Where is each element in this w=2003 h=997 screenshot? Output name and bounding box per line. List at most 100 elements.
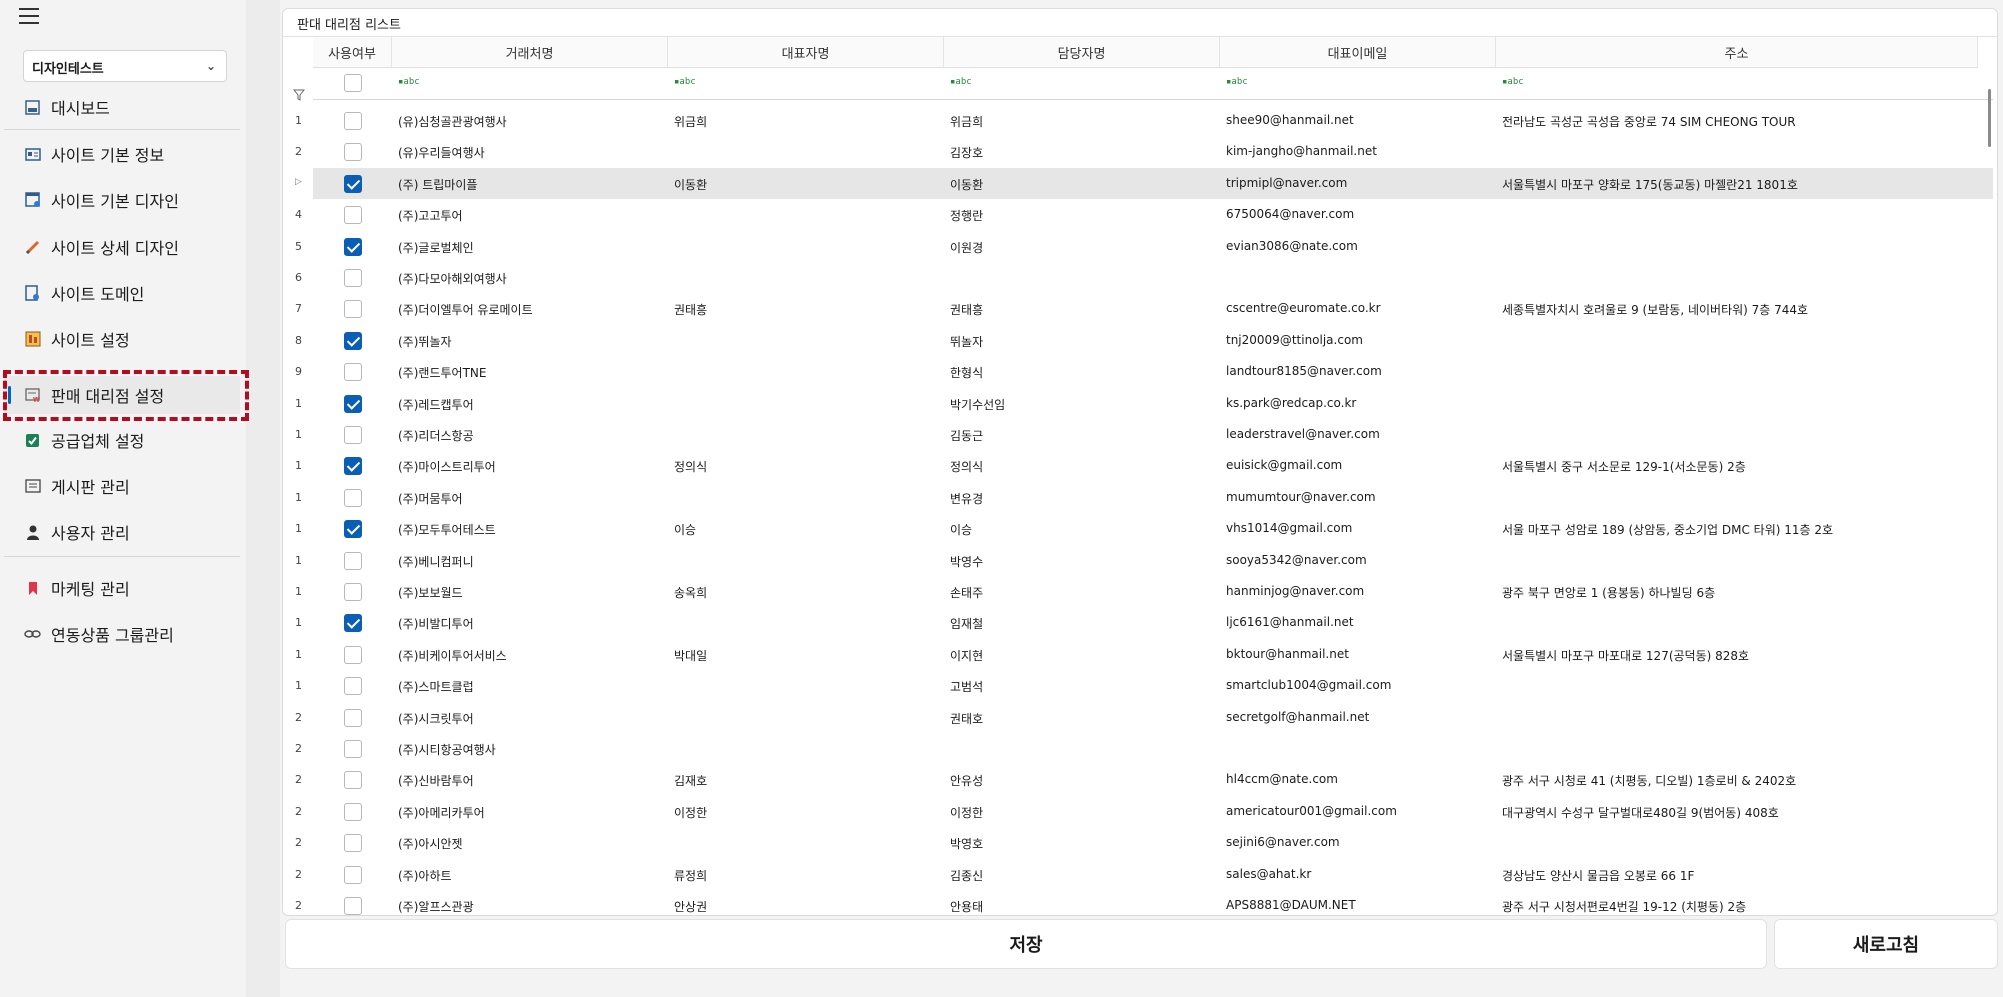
- use-checkbox[interactable]: [344, 583, 362, 601]
- table-row[interactable]: (주)다모아해외여행사: [313, 262, 1993, 293]
- cell-address: 세종특별자치시 호려울로 9 (보람동, 네이버타워) 7층 744호: [1502, 303, 1809, 318]
- table-row[interactable]: (주)시크릿투어 권태호 secretgolf@hanmail.net: [313, 702, 1993, 733]
- use-checkbox[interactable]: [344, 269, 362, 287]
- sidebar-item-site-info[interactable]: 사이트 기본 정보: [4, 135, 240, 173]
- table-row[interactable]: (유)심청골관광여행사 위금희 위금희 shee90@hanmail.net 전라남도 …: [313, 105, 1993, 136]
- sidebar-item-linked-products[interactable]: 연동상품 그룹관리: [4, 615, 240, 653]
- sidebar-item-marketing[interactable]: 마케팅 관리: [4, 569, 240, 607]
- use-checkbox[interactable]: [344, 740, 362, 758]
- use-checkbox[interactable]: [344, 677, 362, 696]
- column-header-name[interactable]: 거래처명: [392, 37, 668, 68]
- cell-email: tripmipl@naver.com: [1226, 175, 1348, 190]
- filter-use-checkbox[interactable]: [344, 74, 362, 92]
- table-row[interactable]: (주)아메리카투어 이정한 이정한 americatour001@gmail.com 대…: [313, 796, 1993, 827]
- site-select-value: 디자인테스트: [32, 62, 104, 77]
- sidebar-item-site-domain[interactable]: 사이트 도메인: [4, 274, 240, 312]
- use-checkbox[interactable]: [344, 645, 362, 664]
- use-checkbox[interactable]: [344, 174, 362, 193]
- use-checkbox[interactable]: [344, 363, 362, 382]
- refresh-button[interactable]: 새로고침: [1774, 919, 1998, 969]
- table-row[interactable]: (주)모두투어테스트 이승 이승 vhs1014@gmail.com 서울 마포구 성암…: [313, 513, 1993, 544]
- use-checkbox[interactable]: [344, 206, 362, 225]
- table-row[interactable]: (주)마이스트리투어 정의식 정의식 euisick@gmail.com 서울특별시 중…: [313, 450, 1993, 481]
- table-row[interactable]: (주)스마트클럽 고범석 smartclub1004@gmail.com: [313, 670, 1993, 701]
- column-header-email[interactable]: 대표이메일: [1220, 37, 1496, 68]
- cell-representative: 이승: [674, 523, 697, 538]
- use-checkbox[interactable]: [344, 457, 362, 476]
- sidebar-item-board[interactable]: 게시판 관리: [4, 467, 240, 505]
- use-checkbox[interactable]: [344, 112, 362, 130]
- use-checkbox[interactable]: [344, 614, 362, 633]
- cell-manager: 김종신: [950, 868, 984, 883]
- table-row[interactable]: (주)글로벌체인 이원경 evian3086@nate.com: [313, 231, 1993, 262]
- table-row[interactable]: (주)비발디투어 임재철 ljc6161@hanmail.net: [313, 607, 1993, 638]
- filter-representative-input[interactable]: ▪abc: [674, 77, 696, 87]
- table-row[interactable]: (주)알프스관광 안상권 안용태 APS8881@DAUM.NET 광주 서구 시청서편…: [313, 890, 1993, 915]
- table-row[interactable]: (주)머뭄투어 변유경 mumumtour@naver.com: [313, 482, 1993, 513]
- use-checkbox[interactable]: [344, 237, 362, 256]
- use-checkbox[interactable]: [344, 143, 362, 162]
- use-checkbox[interactable]: [344, 865, 362, 884]
- use-checkbox[interactable]: [344, 488, 362, 507]
- row-number: 2: [295, 145, 302, 159]
- sidebar-item-site-detail-design[interactable]: 사이트 상세 디자인: [4, 228, 240, 266]
- table-row[interactable]: (주)리더스항공 김동근 leaderstravel@naver.com: [313, 419, 1993, 450]
- column-header-manager[interactable]: 담당자명: [944, 37, 1220, 68]
- column-header-use[interactable]: 사용여부: [313, 37, 392, 68]
- column-header-address[interactable]: 주소: [1496, 37, 1978, 68]
- table-row[interactable]: (주)비케이투어서비스 박대일 이지현 bktour@hanmail.net 서울특별시…: [313, 639, 1993, 670]
- row-number: 1: [295, 490, 302, 504]
- row-number: 4: [295, 208, 302, 222]
- save-button[interactable]: 저장: [285, 919, 1767, 969]
- table-row[interactable]: (주) 트립마이플 이동환 이동환 tripmipl@naver.com 서울특별시 마…: [313, 167, 1993, 199]
- use-checkbox[interactable]: [344, 426, 362, 444]
- use-checkbox[interactable]: [344, 331, 362, 350]
- table-row[interactable]: (주)시티항공여행사: [313, 733, 1993, 764]
- filter-address-input[interactable]: ▪abc: [1502, 77, 1524, 87]
- filter-icon[interactable]: [293, 89, 305, 101]
- sidebar-item-site-settings[interactable]: 사이트 설정: [4, 320, 240, 358]
- cell-manager: 박기수선임: [950, 397, 1006, 412]
- table-row[interactable]: (주)더이엘투어 유로메이트 권태흥 권태흥 cscentre@euromate.co…: [313, 293, 1993, 324]
- filter-name-input[interactable]: ▪abc: [398, 77, 420, 87]
- sidebar: 디자인테스트 ⌄ 대시보드 사이트 기본 정보 사이트 기본 디자인 사이트 상…: [0, 0, 280, 997]
- table-row[interactable]: (주)아하트 류정희 김종신 sales@ahat.kr 경상남도 양산시 물금읍 오봉…: [313, 859, 1993, 890]
- filter-manager-input[interactable]: ▪abc: [950, 77, 972, 87]
- vertical-scrollbar[interactable]: [1988, 89, 1991, 147]
- table-row[interactable]: (주)베니컴퍼니 박영수 sooya5342@naver.com: [313, 545, 1993, 576]
- table-row[interactable]: (주)뛰놀자 뛰놀자 tnj20009@ttinolja.com: [313, 325, 1993, 356]
- filter-email-input[interactable]: ▪abc: [1226, 77, 1248, 87]
- use-checkbox[interactable]: [344, 708, 362, 727]
- use-checkbox[interactable]: [344, 834, 362, 853]
- use-checkbox[interactable]: [344, 771, 362, 790]
- sidebar-item-site-design[interactable]: 사이트 기본 디자인: [4, 181, 240, 219]
- column-header-representative[interactable]: 대표자명: [668, 37, 944, 68]
- table-row[interactable]: (주)신바람투어 김재호 안유성 hl4ccm@nate.com 광주 서구 시청로 4…: [313, 764, 1993, 795]
- table-row[interactable]: (주)고고투어 정행란 6750064@naver.com: [313, 199, 1993, 230]
- table-row[interactable]: (주)아시안젯 박영호 sejini6@naver.com: [313, 827, 1993, 858]
- table-row[interactable]: (주)랜드투어TNE 한형식 landtour8185@naver.com: [313, 356, 1993, 387]
- sidebar-item-dashboard[interactable]: 대시보드: [4, 88, 240, 126]
- site-select[interactable]: 디자인테스트 ⌄: [23, 50, 227, 82]
- cell-manager: 이정한: [950, 805, 984, 820]
- cell-email: 6750064@naver.com: [1226, 207, 1355, 222]
- cell-company-name: (주)신바람투어: [398, 774, 474, 789]
- sidebar-item-label: 사이트 상세 디자인: [51, 239, 179, 258]
- sidebar-item-supplier-settings[interactable]: 공급업체 설정: [4, 421, 240, 459]
- table-row[interactable]: (주)레드캡투어 박기수선임 ks.park@redcap.co.kr: [313, 388, 1993, 419]
- use-checkbox[interactable]: [344, 897, 362, 915]
- table-row[interactable]: (주)보보월드 송옥희 손태주 hanminjog@naver.com 광주 북구 면앙…: [313, 576, 1993, 607]
- use-checkbox[interactable]: [344, 802, 362, 821]
- hamburger-menu-icon[interactable]: [19, 8, 39, 24]
- cell-manager: 위금희: [950, 115, 984, 129]
- sidebar-item-users[interactable]: 사용자 관리: [4, 513, 240, 551]
- row-number: 1: [295, 647, 302, 661]
- use-checkbox[interactable]: [344, 394, 362, 413]
- use-checkbox[interactable]: [344, 551, 362, 570]
- cell-address: 서울특별시 중구 서소문로 129-1(서소문동) 2층: [1502, 460, 1746, 475]
- use-checkbox[interactable]: [344, 300, 362, 319]
- table-row[interactable]: (유)우리들여행사 김장호 kim-jangho@hanmail.net: [313, 136, 1993, 167]
- cell-company-name: (주)더이엘투어 유로메이트: [398, 303, 533, 318]
- use-checkbox[interactable]: [344, 520, 362, 539]
- sidebar-item-agency-settings[interactable]: ₩ 판매 대리점 설정: [4, 376, 240, 414]
